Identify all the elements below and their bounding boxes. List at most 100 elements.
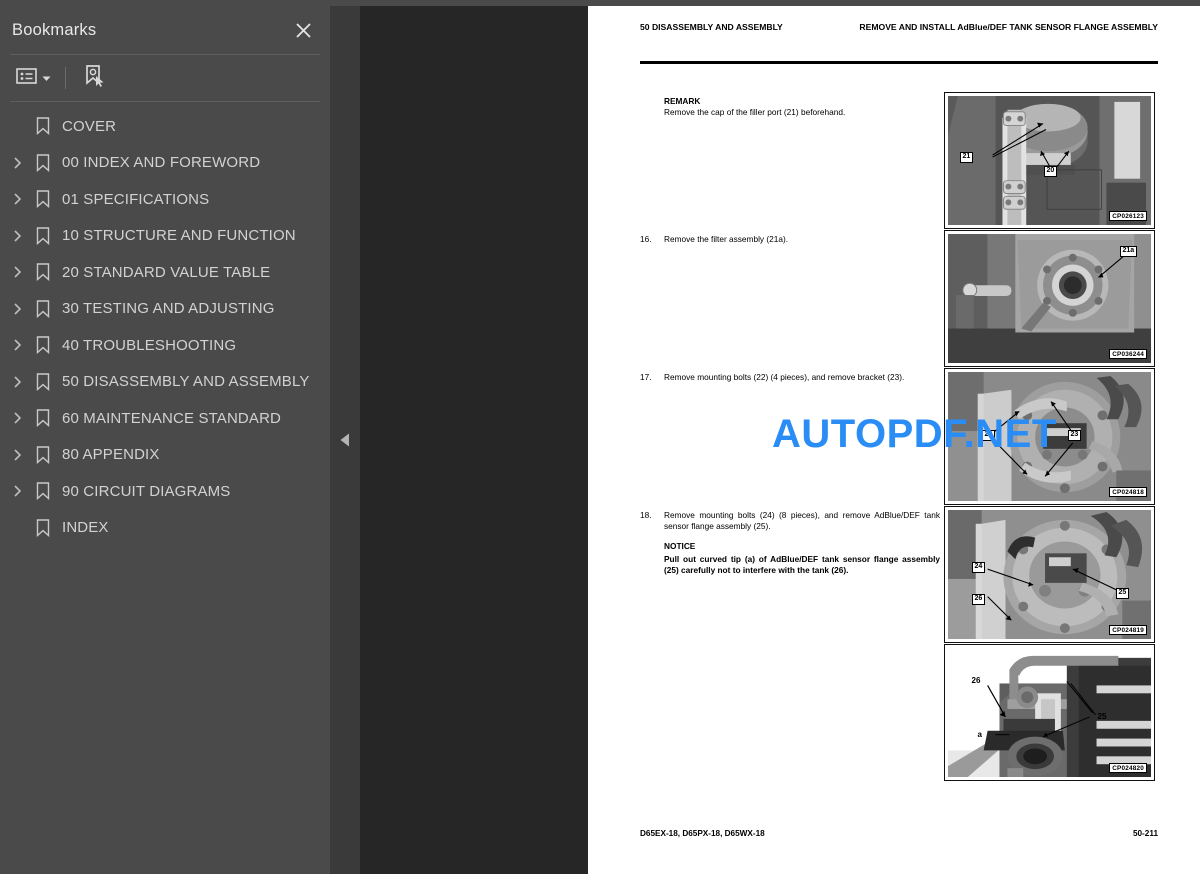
bookmark-label: 60 MAINTENANCE STANDARD [62,409,282,427]
bookmarks-toolbar [0,55,330,101]
bookmark-icon [30,263,56,282]
figure-4: 24 26 25 CP024819 [944,506,1155,643]
expand-arrow-icon[interactable] [6,449,30,461]
bookmark-item-30-testing-and-adjusting[interactable]: 30 TESTING AND ADJUSTING [0,291,330,328]
figure-1: 21 20 CP026123 [944,92,1155,229]
page-header-right: REMOVE AND INSTALL AdBlue/DEF TANK SENSO… [859,22,1158,32]
chevron-down-icon [42,69,51,87]
bookmark-icon [30,446,56,464]
figure-callout: 25 [1097,712,1107,721]
figure-3: 22 23 CP024818 [944,368,1155,505]
bookmark-icon [30,300,56,318]
viewer-canvas: 50 DISASSEMBLY AND ASSEMBLY REMOVE AND I… [360,6,1200,874]
close-icon[interactable] [290,17,316,43]
bookmark-label: 20 STANDARD VALUE TABLE [62,263,271,281]
figure-callout: 21 [960,152,973,163]
bookmark-item-90-circuit-diagrams[interactable]: 90 CIRCUIT DIAGRAMS [0,473,330,510]
bookmarks-list: COVER 00 INDEX AND FOREWORD 01 SPECIFICA… [0,102,330,546]
content-block-step-17: 17. Remove mounting bolts (22) (4 pieces… [640,372,940,383]
figure-5: 26 a 25 CP024820 [944,644,1155,781]
figure-callout: 20 [1044,166,1057,177]
bookmark-item-cover[interactable]: COVER [0,108,330,145]
figure-callout: 23 [1068,430,1081,441]
content-block-remark: REMARK Remove the cap of the filler port… [664,96,954,118]
step-text: Remove mounting bolts (24) (8 pieces), a… [664,510,940,532]
expand-arrow-icon[interactable] [6,157,30,169]
step-number: 16. [640,234,652,244]
bookmark-item-01-specifications[interactable]: 01 SPECIFICATIONS [0,181,330,218]
header-rule [640,61,1158,64]
figure-callout: 26 [972,594,985,605]
bookmark-label: 10 STRUCTURE AND FUNCTION [62,227,296,245]
figure-image: 21 20 CP026123 [948,96,1151,225]
expand-arrow-icon[interactable] [6,303,30,315]
bookmark-label: 30 TESTING AND ADJUSTING [62,300,275,318]
bookmark-item-10-structure-and-function[interactable]: 10 STRUCTURE AND FUNCTION [0,218,330,255]
bookmark-icon [30,409,56,428]
page-header: 50 DISASSEMBLY AND ASSEMBLY REMOVE AND I… [640,22,1158,34]
page-footer-left: D65EX-18, D65PX-18, D65WX-18 [640,829,765,838]
figure-id: CP026123 [1109,211,1147,221]
step-text: Remove the filter assembly (21a). [664,234,789,244]
collapse-left-triangle-icon[interactable] [338,431,352,449]
bookmark-icon [30,373,56,391]
figure-callout: 26 [971,676,981,685]
window-top-strip [0,0,1200,6]
bookmark-item-50-disassembly-and-assembly[interactable]: 50 DISASSEMBLY AND ASSEMBLY [0,364,330,401]
bookmark-icon [30,117,56,136]
figure-id: CP024819 [1109,625,1147,635]
remark-text: Remove the cap of the filler port (21) b… [664,107,846,117]
notice-text: Pull out curved tip (a) of AdBlue/DEF ta… [664,554,940,576]
figure-id: CP024818 [1109,487,1147,497]
sidebar-splitter[interactable] [330,6,360,874]
bookmark-item-40-troubleshooting[interactable]: 40 TROUBLESHOOTING [0,327,330,364]
bookmark-label: 01 SPECIFICATIONS [62,190,210,208]
page-footer-right: 50-211 [1132,829,1158,838]
list-options-icon [16,67,38,90]
bookmark-icon [30,227,56,245]
expand-arrow-icon[interactable] [6,339,30,351]
expand-arrow-icon[interactable] [6,230,30,242]
figure-callout: 21a [1120,246,1137,257]
bookmarks-sidebar: Bookmarks COVER 00 INDEX AND FOREWORD 01… [0,0,330,874]
bookmark-icon [30,482,56,501]
bookmark-item-index[interactable]: INDEX [0,510,330,547]
notice-title: NOTICE [664,541,696,552]
figure-image: 24 26 25 CP024819 [948,510,1151,639]
bookmarks-title: Bookmarks [12,20,97,39]
bookmarks-header: Bookmarks [0,6,330,54]
bookmark-item-80-appendix[interactable]: 80 APPENDIX [0,437,330,474]
bookmark-label: 50 DISASSEMBLY AND ASSEMBLY [62,373,310,391]
figure-id: CP036244 [1109,349,1147,359]
figure-image: 22 23 CP024818 [948,372,1151,501]
step-text: Remove mounting bolts (22) (4 pieces), a… [664,372,905,382]
step-number: 17. [640,372,652,382]
bookmark-options-button[interactable] [12,64,55,93]
expand-arrow-icon[interactable] [6,376,30,388]
bookmark-label: COVER [62,117,117,135]
bookmark-icon [30,336,56,355]
bookmark-label: 00 INDEX AND FOREWORD [62,154,261,172]
figure-callout: a [977,730,982,739]
figure-2: 21a CP036244 [944,230,1155,367]
expand-arrow-icon[interactable] [6,485,30,497]
bookmark-icon [30,154,56,172]
content-block-step-16: 16. Remove the filter assembly (21a). [640,234,940,245]
bookmark-label: 90 CIRCUIT DIAGRAMS [62,482,231,500]
bookmark-icon [30,190,56,209]
bookmark-label: INDEX [62,519,109,537]
figure-image: 21a CP036244 [948,234,1151,363]
bookmark-item-20-standard-value-table[interactable]: 20 STANDARD VALUE TABLE [0,254,330,291]
expand-arrow-icon[interactable] [6,412,30,424]
figure-image: 26 a 25 CP024820 [948,648,1151,777]
document-viewer: 50 DISASSEMBLY AND ASSEMBLY REMOVE AND I… [330,0,1200,874]
bookmark-item-60-maintenance-standard[interactable]: 60 MAINTENANCE STANDARD [0,400,330,437]
content-block-step-18: 18. Remove mounting bolts (24) (8 pieces… [640,510,940,576]
bookmark-item-00-index-and-foreword[interactable]: 00 INDEX AND FOREWORD [0,145,330,182]
new-bookmark-button[interactable] [78,61,110,96]
expand-arrow-icon[interactable] [6,193,30,205]
expand-arrow-icon[interactable] [6,266,30,278]
figure-callout: 25 [1116,588,1129,599]
figure-callout: 24 [972,562,985,573]
figure-callout: 22 [982,430,995,441]
